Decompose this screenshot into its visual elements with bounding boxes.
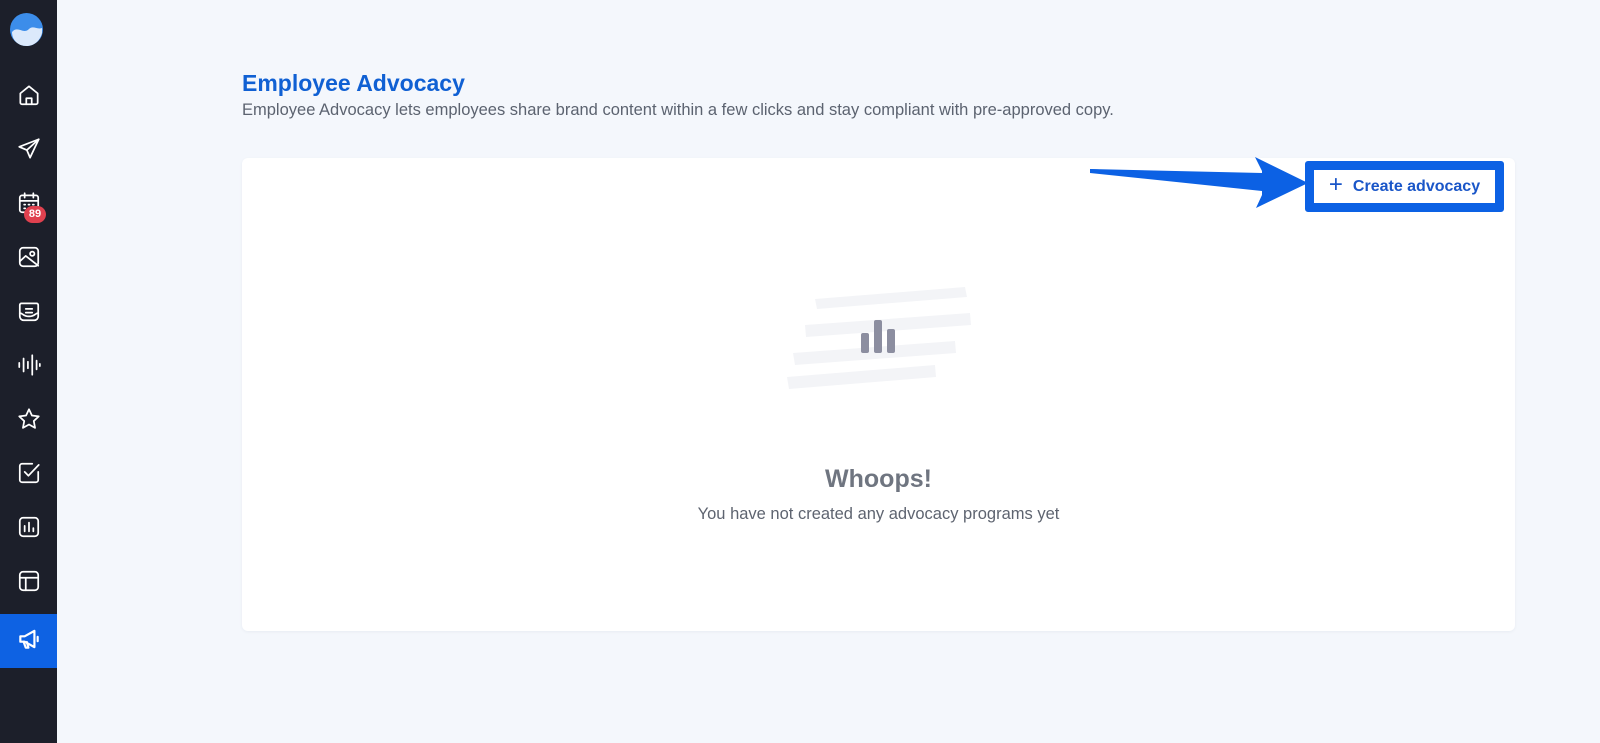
sidebar-item-tasks[interactable] [0, 448, 57, 502]
paper-plane-icon [16, 136, 42, 167]
inbox-icon [16, 298, 42, 329]
sidebar-item-dashboard[interactable] [0, 556, 57, 610]
create-advocacy-button[interactable]: + Create advocacy [1314, 170, 1495, 203]
sidebar-item-calendar[interactable]: 89 [0, 178, 57, 232]
sidebar-item-listening[interactable] [0, 340, 57, 394]
empty-state-title: Whoops! [825, 465, 932, 493]
sidebar-item-media[interactable] [0, 232, 57, 286]
layout-icon [16, 568, 42, 599]
star-icon [16, 406, 42, 437]
pointer-arrow-icon [1090, 155, 1308, 211]
plus-icon: + [1328, 171, 1343, 198]
sound-wave-icon [16, 352, 42, 383]
home-icon [16, 82, 42, 113]
empty-state-illustration [785, 285, 975, 400]
checkbox-icon [16, 460, 42, 491]
wave-logo-icon[interactable] [10, 13, 43, 46]
sidebar-item-publish[interactable] [0, 124, 57, 178]
sidebar-item-home[interactable] [0, 70, 57, 124]
page-subtitle: Employee Advocacy lets employees share b… [242, 101, 1114, 119]
megaphone-icon [16, 626, 42, 657]
page-title: Employee Advocacy [242, 70, 465, 96]
sidebar-item-advocacy[interactable] [0, 614, 57, 668]
empty-state-message: You have not created any advocacy progra… [697, 505, 1060, 523]
sidebar-item-analytics[interactable] [0, 502, 57, 556]
sidebar: 89 [0, 0, 57, 743]
create-advocacy-label: Create advocacy [1352, 177, 1481, 195]
notification-badge: 89 [24, 206, 46, 223]
bar-chart-icon [16, 514, 42, 545]
sidebar-item-inbox[interactable] [0, 286, 57, 340]
image-icon [16, 244, 42, 275]
sidebar-item-reviews[interactable] [0, 394, 57, 448]
